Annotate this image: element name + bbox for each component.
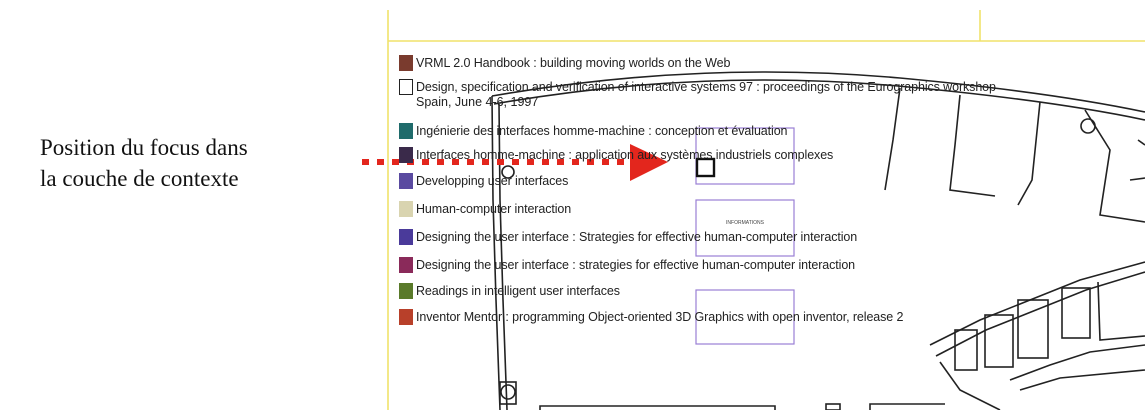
book-title: Ingénierie des interfaces homme-machine … [416, 124, 788, 138]
book-item[interactable]: Interfaces homme-machine : application a… [399, 146, 833, 166]
book-title: VRML 2.0 Handbook : building moving worl… [416, 56, 731, 70]
book-title: Interfaces homme-machine : application a… [416, 148, 834, 162]
book-item[interactable]: Designing the user interface : Strategie… [399, 228, 857, 248]
book-title: Human-computer interaction [416, 202, 572, 216]
book-item[interactable]: Designing the user interface : strategie… [399, 256, 855, 276]
plan-bottom-door [825, 403, 841, 410]
book-subtitle: Spain, June 4-6, 1997 [416, 95, 539, 109]
book-item[interactable]: Readings in intelligent user interfaces [399, 282, 620, 302]
book-item[interactable]: VRML 2.0 Handbook : building moving worl… [399, 54, 730, 74]
book-item[interactable]: Ingénierie des interfaces homme-machine … [399, 122, 788, 142]
book-title: Readings in intelligent user interfaces [416, 284, 620, 298]
book-cover-icon [399, 257, 413, 273]
figure-stage: Position du focus dans la couche de cont… [0, 0, 1145, 410]
book-item[interactable]: Human-computer interaction [399, 200, 571, 220]
book-item[interactable]: Design, specification and verification o… [399, 78, 996, 109]
plan-bottom-corridor [539, 405, 776, 410]
blank-cover-icon [399, 79, 413, 95]
plan-lower-block [1019, 369, 1145, 391]
book-cover-icon [399, 283, 413, 299]
book-cover-icon [399, 123, 413, 139]
book-cover-icon [399, 309, 413, 325]
book-cover-icon [399, 55, 413, 71]
book-title: Developping user interfaces [416, 174, 569, 188]
book-list: VRML 2.0 Handbook : building moving worl… [399, 48, 1145, 348]
plan-column [500, 384, 516, 400]
book-title: Designing the user interface : Strategie… [416, 230, 858, 244]
book-cover-icon [399, 229, 413, 245]
plan-bottom-corridor [869, 403, 945, 410]
book-item[interactable]: Inventor Mentor : programming Object-ori… [399, 308, 903, 328]
plan-lower-block [1009, 344, 1145, 381]
book-cover-icon [399, 173, 413, 189]
book-cover-icon [399, 147, 413, 163]
book-title: Designing the user interface : strategie… [416, 258, 856, 272]
book-cover-icon [399, 201, 413, 217]
book-item[interactable]: Developping user interfaces [399, 172, 568, 192]
book-title: Inventor Mentor : programming Object-ori… [416, 310, 904, 324]
